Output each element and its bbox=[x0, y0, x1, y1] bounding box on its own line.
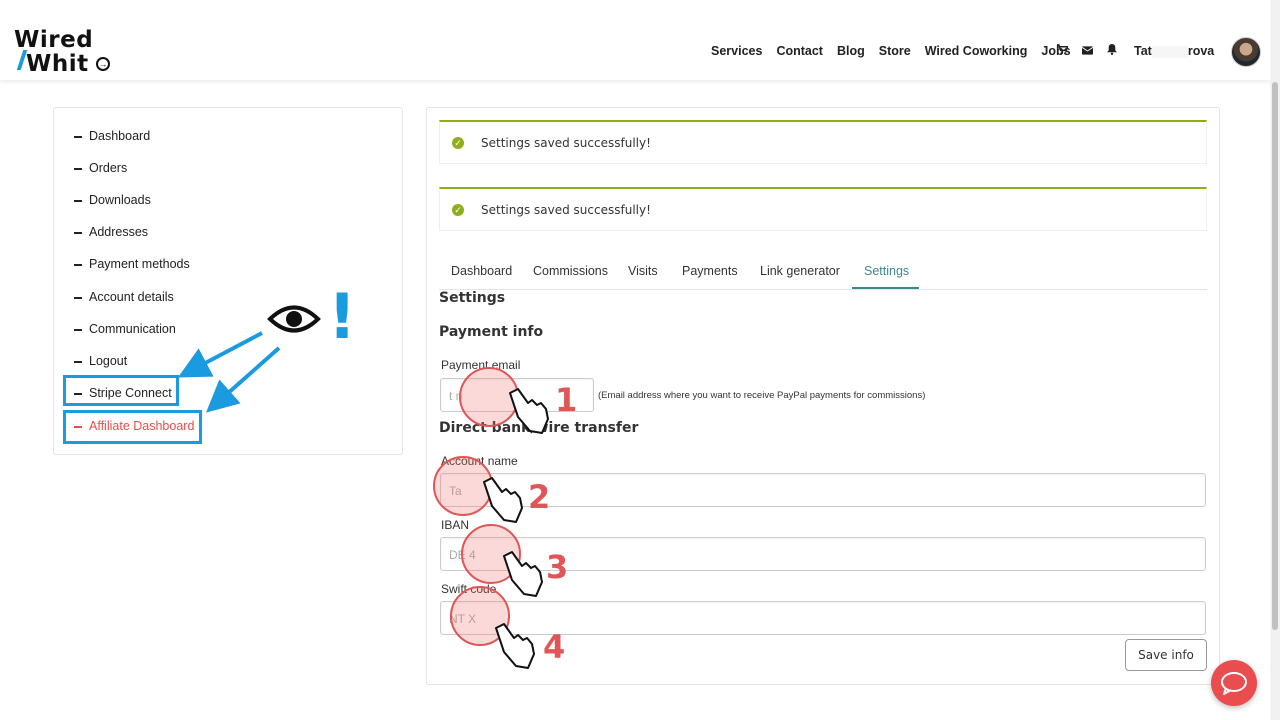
sidebar-item-label: Logout bbox=[89, 354, 128, 368]
dash-bullet bbox=[74, 135, 82, 138]
save-info-button[interactable]: Save info bbox=[1125, 639, 1207, 671]
nav-store[interactable]: Store bbox=[879, 44, 911, 58]
step-number-2: 2 bbox=[528, 478, 551, 516]
sidebar-item-addresses[interactable]: Addresses bbox=[74, 225, 148, 239]
account-name-input[interactable]: Ta bbox=[440, 473, 1206, 507]
sidebar-item-label: Downloads bbox=[89, 193, 151, 207]
chat-launcher-button[interactable] bbox=[1211, 660, 1257, 706]
user-name[interactable]: Tat rova bbox=[1134, 44, 1214, 58]
sidebar-item-label: Payment methods bbox=[89, 257, 190, 271]
dash-bullet bbox=[74, 199, 82, 202]
tab-settings[interactable]: Settings bbox=[864, 264, 909, 278]
payment-email-label: Payment email bbox=[441, 358, 521, 372]
iban-label: IBAN bbox=[441, 518, 470, 532]
affiliate-settings-panel: ✓ Settings saved successfully! ✓ Setting… bbox=[426, 107, 1220, 685]
exclamation-mark: ! bbox=[328, 280, 357, 353]
dash-bullet bbox=[74, 167, 82, 170]
logo-text-line1: Wired bbox=[14, 27, 94, 53]
tab-link-generator[interactable]: Link generator bbox=[760, 264, 840, 278]
notice-message: Settings saved successfully! bbox=[481, 203, 651, 217]
tab-commissions[interactable]: Commissions bbox=[533, 264, 608, 278]
nav-services[interactable]: Services bbox=[711, 44, 762, 58]
user-name-end: rova bbox=[1187, 44, 1215, 58]
affiliate-tabs: Dashboard Commissions Visits Payments Li… bbox=[439, 258, 1207, 290]
sidebar-item-communication[interactable]: Communication bbox=[74, 322, 176, 336]
sidebar-item-orders[interactable]: Orders bbox=[74, 161, 127, 175]
redacted-text bbox=[1151, 45, 1188, 58]
nav-contact[interactable]: Contact bbox=[776, 44, 823, 58]
nav-blog[interactable]: Blog bbox=[837, 44, 865, 58]
notice-message: Settings saved successfully! bbox=[481, 136, 651, 150]
active-tab-indicator bbox=[852, 287, 919, 289]
dash-bullet bbox=[74, 231, 82, 234]
check-circle-icon: ✓ bbox=[452, 204, 464, 216]
sidebar-item-label: Dashboard bbox=[89, 129, 151, 143]
avatar[interactable] bbox=[1231, 37, 1261, 67]
success-notice: ✓ Settings saved successfully! bbox=[439, 187, 1207, 231]
check-circle-icon: ✓ bbox=[452, 137, 464, 149]
swift-code-label: Swift code bbox=[441, 582, 497, 596]
sidebar-item-dashboard[interactable]: Dashboard bbox=[74, 129, 150, 143]
payment-info-heading: Payment info bbox=[439, 324, 544, 340]
sidebar-item-label: Orders bbox=[89, 161, 128, 175]
sidebar-item-label: Communication bbox=[89, 322, 176, 336]
step-number-1: 1 bbox=[555, 381, 578, 419]
payment-email-help: (Email address where you want to receive… bbox=[598, 390, 926, 401]
sidebar-item-payment-methods[interactable]: Payment methods bbox=[74, 257, 190, 271]
sidebar-item-account-details[interactable]: Account details bbox=[74, 290, 174, 304]
step-number-3: 3 bbox=[546, 548, 569, 586]
highlight-box-stripe-connect bbox=[63, 375, 179, 406]
dash-bullet bbox=[74, 263, 82, 266]
plug-icon: → bbox=[96, 57, 110, 71]
settings-heading: Settings bbox=[439, 290, 506, 306]
highlight-box-affiliate-dashboard bbox=[63, 410, 202, 444]
scrollbar-thumb[interactable] bbox=[1272, 82, 1278, 630]
account-name-label: Account name bbox=[441, 454, 518, 468]
dash-bullet bbox=[74, 360, 82, 363]
envelope-icon[interactable] bbox=[1081, 44, 1107, 58]
page-scrollbar[interactable] bbox=[1270, 0, 1280, 720]
header-icons bbox=[1057, 44, 1132, 58]
cart-icon[interactable] bbox=[1057, 44, 1082, 58]
tab-payments[interactable]: Payments bbox=[682, 264, 738, 278]
tab-dashboard[interactable]: Dashboard bbox=[451, 264, 512, 278]
dash-bullet bbox=[74, 328, 82, 331]
wired-white-logo[interactable]: Wired Whit → bbox=[14, 28, 114, 76]
success-notice: ✓ Settings saved successfully! bbox=[439, 120, 1207, 164]
main-nav: Services Contact Blog Store Wired Cowork… bbox=[711, 44, 1085, 58]
nav-wired-coworking[interactable]: Wired Coworking bbox=[925, 44, 1028, 58]
logo-text-line2: Whit bbox=[26, 51, 89, 77]
tab-visits[interactable]: Visits bbox=[628, 264, 658, 278]
site-header: Wired Whit → Services Contact Blog Store… bbox=[0, 0, 1270, 80]
step-number-4: 4 bbox=[543, 628, 566, 666]
sidebar-item-label: Addresses bbox=[89, 225, 149, 239]
bank-transfer-heading: Direct bank/wire transfer bbox=[439, 420, 639, 436]
chat-bubble-icon bbox=[1221, 672, 1247, 695]
sidebar-item-logout[interactable]: Logout bbox=[74, 354, 127, 368]
sidebar-item-label: Account details bbox=[89, 290, 174, 304]
dash-bullet bbox=[74, 296, 82, 299]
sidebar-item-downloads[interactable]: Downloads bbox=[74, 193, 151, 207]
bell-icon[interactable] bbox=[1107, 44, 1132, 58]
user-name-start: Tat bbox=[1134, 44, 1152, 58]
